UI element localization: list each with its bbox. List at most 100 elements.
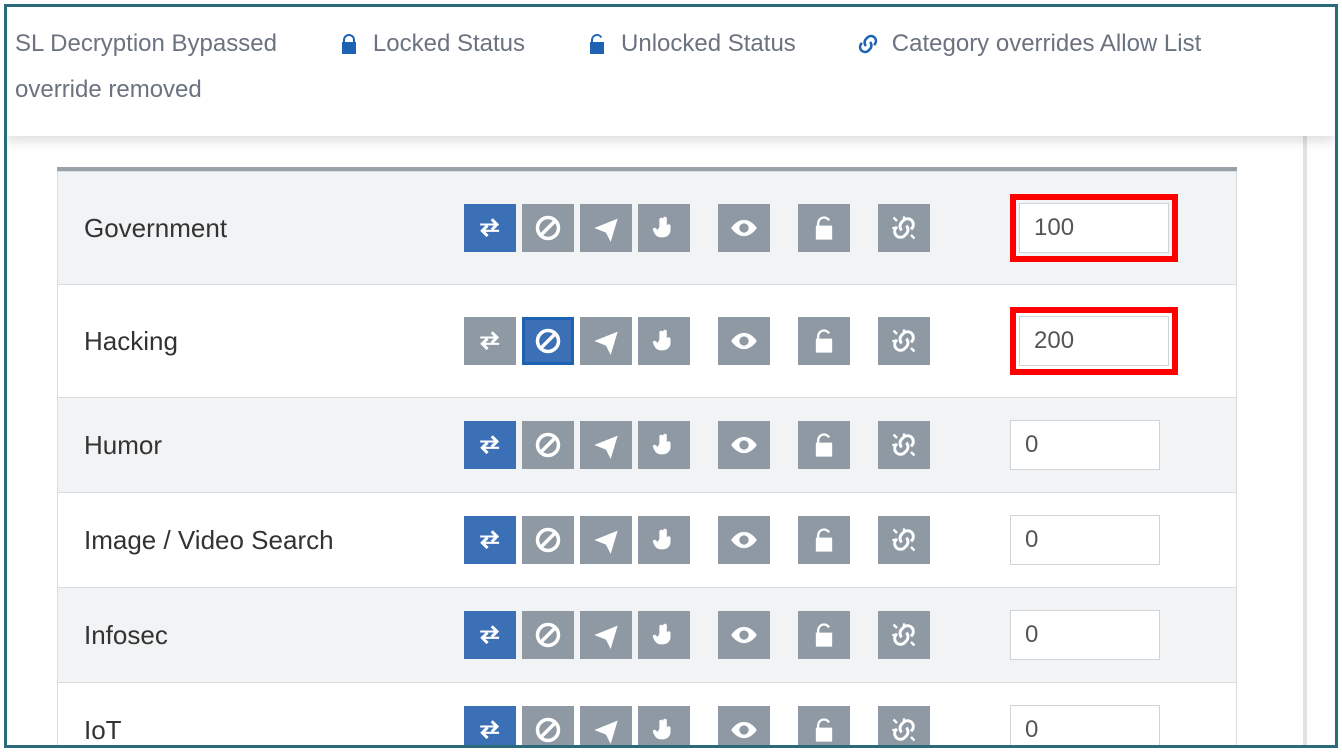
arrows-icon — [476, 214, 504, 242]
plane-icon — [592, 716, 620, 744]
break-link-button[interactable] — [878, 706, 930, 748]
table-row: Image / Video Search — [58, 493, 1237, 588]
quantity-cell — [1010, 610, 1210, 660]
unlock-button[interactable] — [798, 516, 850, 564]
hand-icon — [650, 431, 678, 459]
plane-button[interactable] — [580, 317, 632, 365]
arrows-button[interactable] — [464, 317, 516, 365]
category-name: Humor — [84, 430, 464, 461]
quantity-input[interactable] — [1010, 610, 1160, 660]
arrows-button[interactable] — [464, 706, 516, 748]
plane-button[interactable] — [580, 706, 632, 748]
unlock-button[interactable] — [798, 706, 850, 748]
action-buttons — [464, 611, 1010, 659]
eye-button[interactable] — [718, 421, 770, 469]
hand-button[interactable] — [638, 421, 690, 469]
table-row: Humor — [58, 398, 1237, 493]
quantity-cell — [1010, 307, 1210, 375]
legend-override-removed: override removed — [15, 67, 202, 113]
table-row: Hacking — [58, 285, 1237, 398]
eye-button[interactable] — [718, 706, 770, 748]
arrows-button[interactable] — [464, 611, 516, 659]
table-row: Government — [58, 172, 1237, 285]
block-icon — [534, 716, 562, 744]
eye-button[interactable] — [718, 317, 770, 365]
break-link-icon — [890, 431, 918, 459]
hand-button[interactable] — [638, 204, 690, 252]
hand-icon — [650, 526, 678, 554]
arrows-icon — [476, 621, 504, 649]
break-link-icon — [890, 327, 918, 355]
unlock-icon — [585, 32, 609, 56]
arrows-icon — [476, 431, 504, 459]
hand-button[interactable] — [638, 516, 690, 564]
quantity-input[interactable] — [1010, 420, 1160, 470]
break-link-button[interactable] — [878, 611, 930, 659]
unlock-icon — [810, 214, 838, 242]
unlock-button[interactable] — [798, 204, 850, 252]
plane-button[interactable] — [580, 421, 632, 469]
quantity-input[interactable] — [1010, 515, 1160, 565]
arrows-icon — [476, 526, 504, 554]
unlock-button[interactable] — [798, 611, 850, 659]
arrows-button[interactable] — [464, 421, 516, 469]
arrows-icon — [476, 716, 504, 744]
block-button[interactable] — [522, 317, 574, 365]
block-icon — [534, 621, 562, 649]
plane-icon — [592, 621, 620, 649]
eye-button[interactable] — [718, 516, 770, 564]
table-row: Infosec — [58, 588, 1237, 683]
unlock-icon — [810, 327, 838, 355]
block-button[interactable] — [522, 516, 574, 564]
plane-icon — [592, 526, 620, 554]
hand-button[interactable] — [638, 611, 690, 659]
action-buttons — [464, 421, 1010, 469]
block-button[interactable] — [522, 421, 574, 469]
category-name: Hacking — [84, 326, 464, 357]
link-icon — [856, 32, 880, 56]
unlock-button[interactable] — [798, 317, 850, 365]
category-name: IoT — [84, 715, 464, 746]
unlock-icon — [810, 431, 838, 459]
eye-button[interactable] — [718, 204, 770, 252]
hand-icon — [650, 716, 678, 744]
break-link-button[interactable] — [878, 421, 930, 469]
unlock-icon — [810, 621, 838, 649]
eye-button[interactable] — [718, 611, 770, 659]
hand-button[interactable] — [638, 317, 690, 365]
legend-unlocked: Unlocked Status — [585, 21, 796, 67]
plane-icon — [592, 327, 620, 355]
quantity-cell — [1010, 420, 1210, 470]
arrows-button[interactable] — [464, 204, 516, 252]
break-link-button[interactable] — [878, 204, 930, 252]
quantity-input[interactable] — [1019, 203, 1169, 253]
hand-button[interactable] — [638, 706, 690, 748]
plane-icon — [592, 214, 620, 242]
legend-ssl-bypass: SL Decryption Bypassed — [15, 21, 277, 67]
plane-button[interactable] — [580, 611, 632, 659]
eye-icon — [730, 716, 758, 744]
break-link-button[interactable] — [878, 317, 930, 365]
block-button[interactable] — [522, 204, 574, 252]
arrows-button[interactable] — [464, 516, 516, 564]
legend-bar: SL Decryption Bypassed Locked Status Unl… — [7, 7, 1335, 136]
category-name: Infosec — [84, 620, 464, 651]
quantity-input[interactable] — [1010, 705, 1160, 748]
lock-icon — [337, 32, 361, 56]
legend-locked: Locked Status — [337, 21, 525, 67]
break-link-button[interactable] — [878, 516, 930, 564]
eye-icon — [730, 327, 758, 355]
quantity-input[interactable] — [1019, 316, 1169, 366]
break-link-icon — [890, 621, 918, 649]
block-button[interactable] — [522, 706, 574, 748]
plane-icon — [592, 431, 620, 459]
block-button[interactable] — [522, 611, 574, 659]
category-table: Government Hacking Humor Image / Video Sear… — [57, 167, 1237, 748]
plane-button[interactable] — [580, 516, 632, 564]
hand-icon — [650, 327, 678, 355]
unlock-button[interactable] — [798, 421, 850, 469]
plane-button[interactable] — [580, 204, 632, 252]
quantity-cell — [1010, 194, 1210, 262]
hand-icon — [650, 214, 678, 242]
break-link-icon — [890, 526, 918, 554]
